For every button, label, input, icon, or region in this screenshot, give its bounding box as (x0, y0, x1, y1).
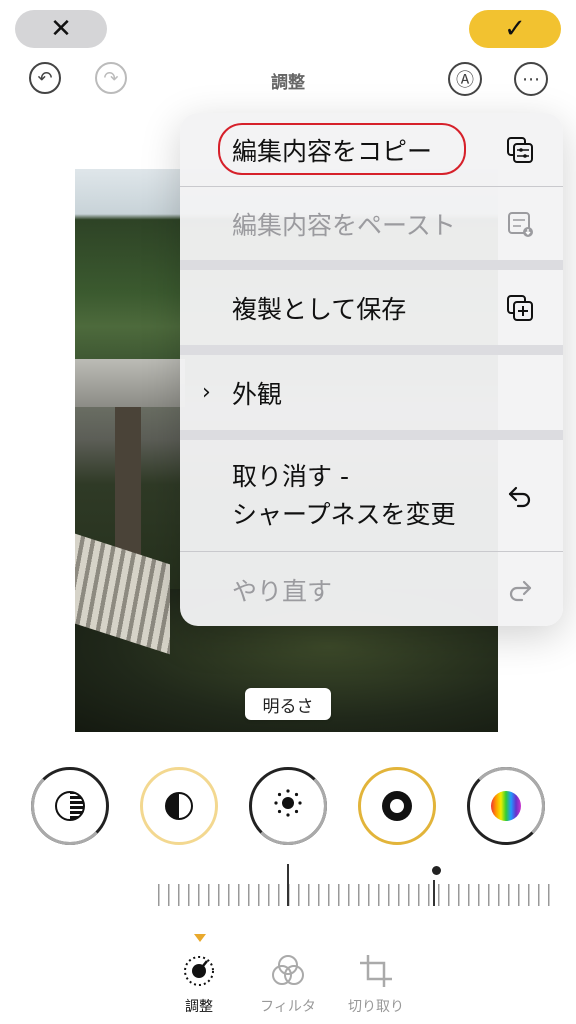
dial-arc (467, 767, 545, 845)
done-button[interactable]: ✓ (469, 10, 561, 48)
more-options-menu: 編集内容をコピー 編集内容をペースト 複製として保存 › 外観 取り消す - シ… (180, 113, 563, 626)
cancel-button[interactable]: ✕ (15, 10, 107, 48)
paste-edits-icon (505, 209, 535, 239)
active-tab-indicator (194, 934, 206, 942)
undo-label-line1: 取り消す - (232, 462, 349, 491)
menu-item-redo[interactable]: やり直す (180, 553, 563, 626)
tab-label: 切り取り (348, 999, 404, 1015)
copy-edits-icon (505, 135, 535, 165)
page-title: 調整 (271, 73, 305, 93)
menu-section-gap (180, 430, 563, 440)
markup-button[interactable]: Ⓐ (448, 62, 482, 96)
dial-brightness[interactable] (358, 767, 436, 845)
slider-center-mark (287, 864, 289, 906)
tab-adjust[interactable]: 調整 (154, 950, 244, 1016)
photo-bench-leg (115, 407, 141, 567)
undo-label-line2: シャープネスを変更 (232, 500, 456, 529)
slider-value-dot (432, 866, 441, 875)
close-icon: ✕ (50, 14, 72, 44)
filters-icon (243, 950, 333, 992)
more-options-button[interactable]: ⋯ (514, 62, 548, 96)
adjustment-slider[interactable] (158, 884, 550, 906)
undo-icon (505, 481, 535, 511)
menu-item-label: 外観 (232, 379, 283, 409)
adjust-dial-icon (154, 950, 244, 992)
dial-saturation[interactable] (467, 767, 545, 845)
adjustment-name-label: 明るさ (245, 688, 331, 720)
crop-rotate-icon (331, 950, 421, 992)
menu-item-label: 取り消す - シャープネスを変更 (232, 458, 456, 534)
brilliance-icon (165, 792, 193, 820)
menu-section-gap (180, 260, 563, 270)
menu-item-save-as-duplicate[interactable]: 複製として保存 (180, 271, 563, 344)
chevron-right-icon: › (202, 380, 211, 405)
slider-value-mark (433, 880, 435, 906)
menu-divider (180, 551, 563, 552)
markup-pen-icon: Ⓐ (456, 70, 474, 91)
dial-arc (31, 767, 109, 845)
checkmark-icon: ✓ (504, 14, 526, 44)
menu-item-paste-edits[interactable]: 編集内容をペースト (180, 187, 563, 260)
redo-icon (505, 575, 535, 605)
tab-filters[interactable]: フィルタ (243, 950, 333, 1016)
tab-label: 調整 (185, 999, 213, 1015)
tab-crop[interactable]: 切り取り (331, 950, 421, 1016)
menu-section-gap (180, 345, 563, 355)
annotation-highlight (218, 123, 466, 175)
dial-arc (249, 767, 327, 845)
menu-item-undo[interactable]: 取り消す - シャープネスを変更 (180, 441, 563, 551)
tab-label: フィルタ (260, 999, 316, 1015)
dial-brilliance[interactable] (140, 767, 218, 845)
duplicate-icon (505, 293, 535, 323)
menu-item-appearance[interactable]: › 外観 (180, 356, 563, 429)
dial-exposure[interactable] (31, 767, 109, 845)
menu-item-label: やり直す (232, 576, 333, 606)
menu-item-label: 編集内容をペースト (232, 210, 456, 240)
ellipsis-icon: ⋯ (522, 68, 540, 90)
brightness-icon (382, 791, 412, 821)
menu-item-label: 複製として保存 (232, 294, 407, 324)
photo-bench-top (75, 359, 185, 407)
dial-highlights[interactable] (249, 767, 327, 845)
